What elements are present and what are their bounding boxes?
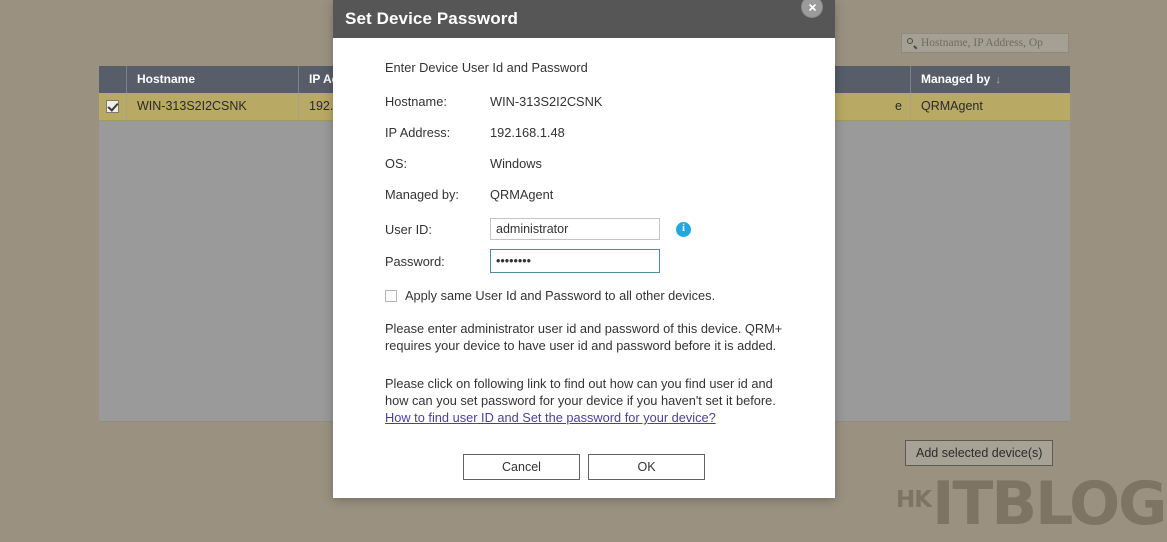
info-label-ip-address: IP Address: (385, 125, 451, 140)
info-row-os: OS: Windows (385, 156, 835, 171)
info-value-managed-by: QRMAgent (490, 187, 554, 202)
watermark-text: ITBLOG (932, 469, 1167, 539)
password-input[interactable] (490, 249, 660, 273)
info-icon[interactable]: i (676, 221, 691, 237)
dialog-footer: Cancel OK (333, 444, 835, 498)
column-header-managed-by[interactable]: Managed by ↓ (911, 66, 1070, 93)
info-value-hostname: WIN-313S2I2CSNK (490, 94, 603, 109)
sort-descending-icon: ↓ (995, 74, 1001, 86)
apply-to-all-row[interactable]: Apply same User Id and Password to all o… (385, 288, 835, 303)
row-checkbox-checked[interactable] (106, 100, 119, 113)
info-label-os: OS: (385, 156, 408, 171)
search-input[interactable]: Hostname, IP Address, Op (901, 33, 1069, 53)
hkitblog-watermark: HK ITBLOG (896, 469, 1167, 539)
search-icon (906, 37, 918, 49)
password-row: Password: (385, 249, 835, 273)
help-paragraph-1: Please enter administrator user id and p… (385, 321, 783, 353)
help-link[interactable]: How to find user ID and Set the password… (385, 410, 716, 425)
user-id-input[interactable] (490, 218, 660, 240)
info-label-managed-by: Managed by: (385, 187, 459, 202)
watermark-prefix: HK (896, 487, 932, 513)
add-selected-devices-button[interactable]: Add selected device(s) (905, 440, 1054, 466)
close-icon[interactable] (801, 0, 823, 18)
dialog-body: Enter Device User Id and Password Hostna… (333, 38, 835, 425)
cancel-button[interactable]: Cancel (463, 454, 580, 480)
info-label-hostname: Hostname: (385, 94, 447, 109)
column-header-select-all[interactable] (99, 66, 127, 93)
apply-to-all-checkbox[interactable] (385, 289, 397, 302)
cell-managed-by: QRMAgent (921, 99, 983, 113)
column-header-hostname[interactable]: Hostname (127, 66, 299, 93)
user-id-label: User ID: (385, 221, 432, 237)
info-row-ip-address: IP Address: 192.168.1.48 (385, 125, 835, 140)
dialog-intro-text: Enter Device User Id and Password (385, 60, 588, 75)
column-header-managed-by-label: Managed by (921, 72, 991, 86)
info-row-managed-by: Managed by: QRMAgent (385, 187, 835, 202)
help-paragraph-2: Please click on following link to find o… (385, 376, 776, 408)
apply-to-all-label: Apply same User Id and Password to all o… (405, 288, 716, 303)
dialog-title: Set Device Password (345, 9, 518, 28)
password-label: Password: (385, 253, 445, 269)
cell-hostname: WIN-313S2I2CSNK (127, 93, 299, 120)
info-value-ip-address: 192.168.1.48 (490, 125, 565, 140)
search-placeholder-text: Hostname, IP Address, Op (921, 37, 1043, 49)
user-id-row: User ID: i (385, 218, 835, 240)
ok-button[interactable]: OK (588, 454, 705, 480)
info-value-os: Windows (490, 156, 542, 171)
row-select-checkbox-cell[interactable] (99, 93, 127, 120)
set-device-password-dialog: Set Device Password Enter Device User Id… (333, 0, 835, 498)
dialog-header: Set Device Password (333, 0, 835, 38)
info-row-hostname: Hostname: WIN-313S2I2CSNK (385, 94, 835, 109)
